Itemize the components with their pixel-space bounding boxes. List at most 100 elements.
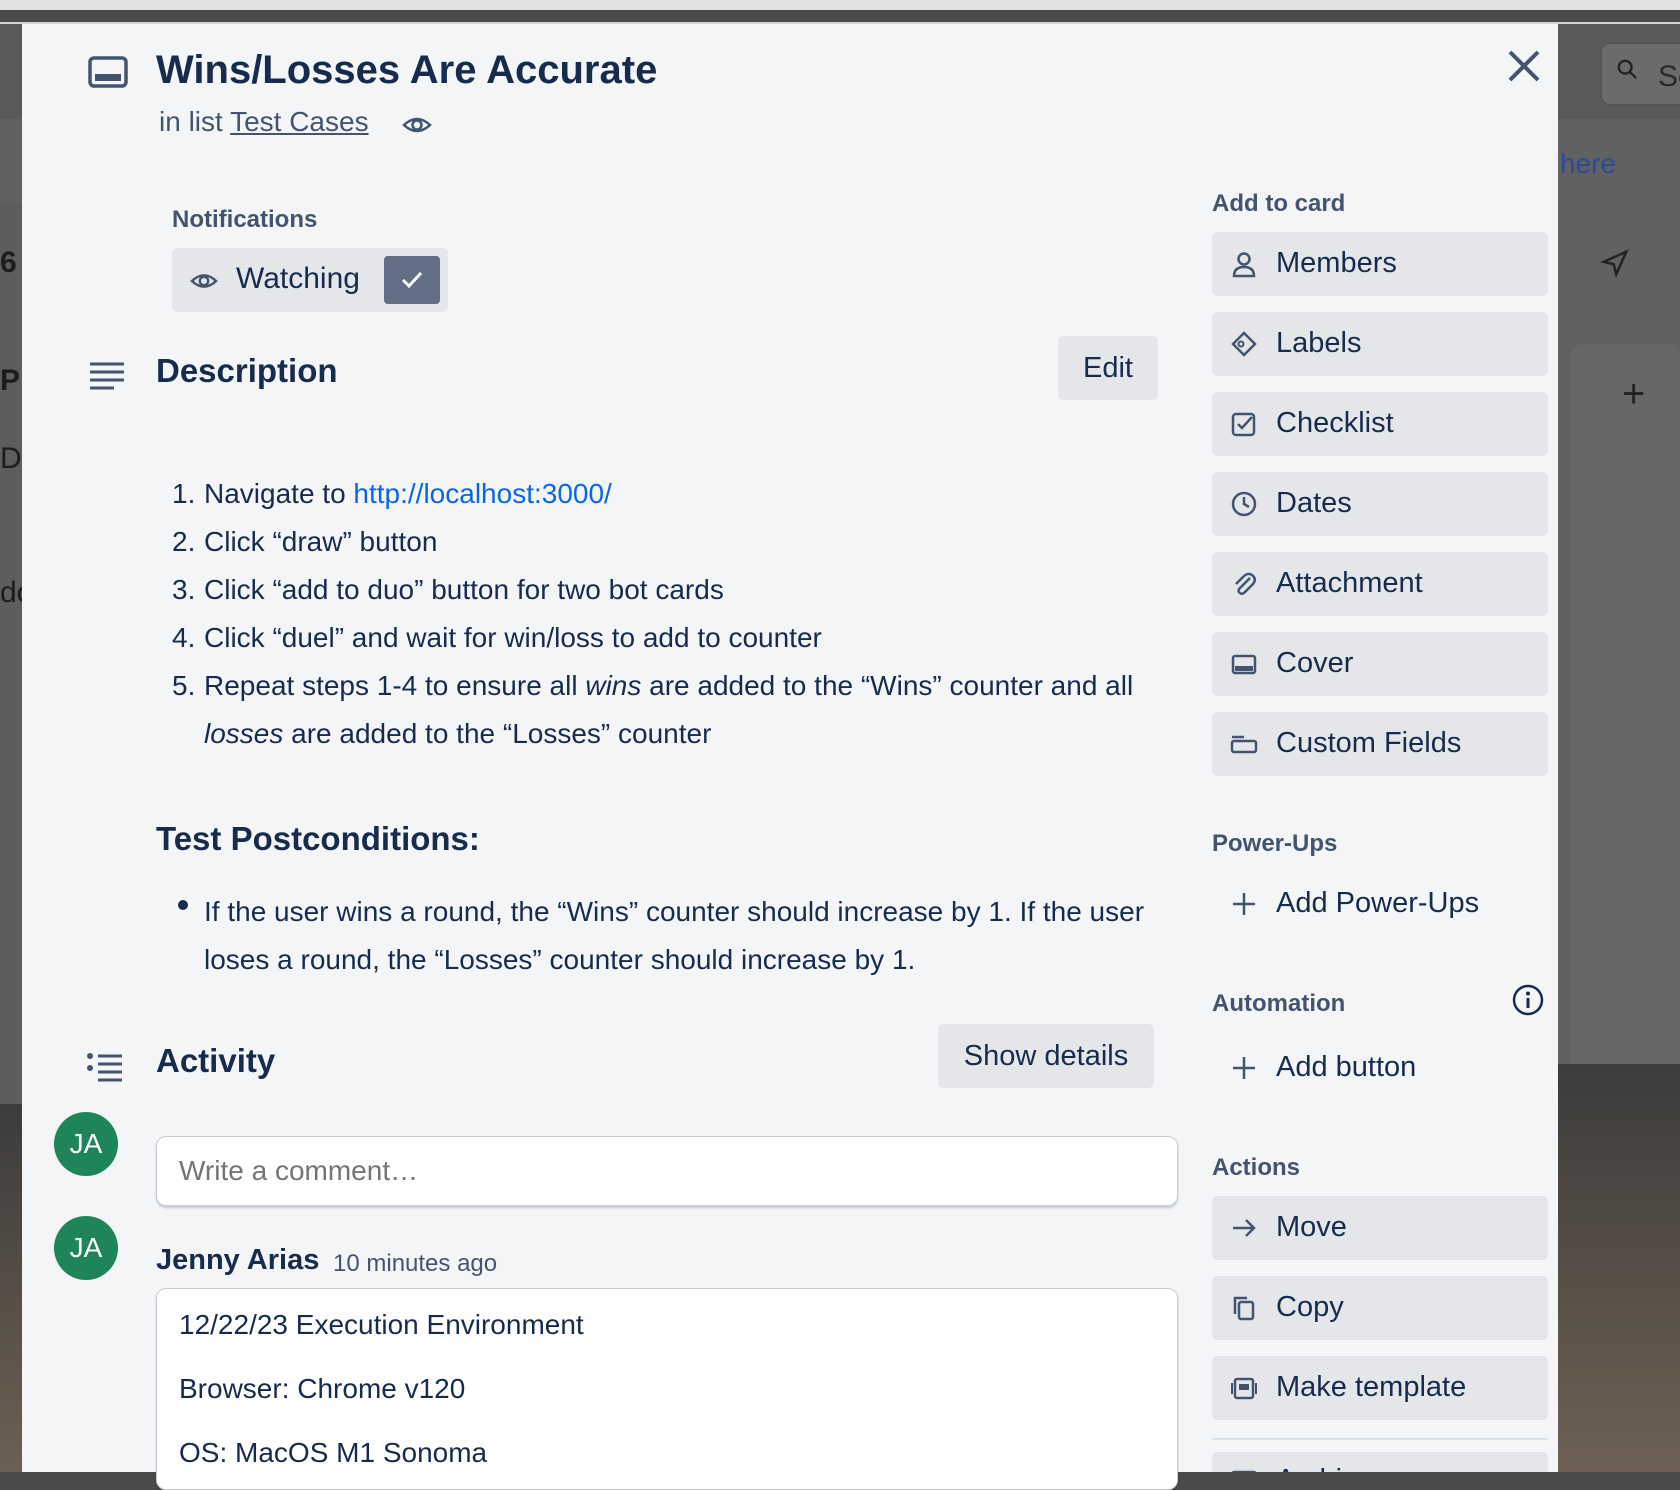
send-icon xyxy=(1600,249,1629,278)
automation-label: Automation xyxy=(1212,990,1346,1017)
plus-icon xyxy=(1233,893,1255,915)
dates-button[interactable]: Dates xyxy=(1212,472,1548,536)
person-icon xyxy=(1232,252,1256,278)
postcondition-item: If the user wins a round, the “Wins” cou… xyxy=(204,896,1145,975)
members-button[interactable]: Members xyxy=(1212,232,1548,296)
list-item: 2. Click “draw” button xyxy=(172,518,1182,566)
plus-icon xyxy=(1233,1057,1255,1079)
step-text: Click “add to duo” button for two bot ca… xyxy=(204,574,724,605)
move-button[interactable]: Move xyxy=(1212,1196,1548,1260)
template-icon xyxy=(1231,1377,1257,1400)
comment-line: Browser: Chrome v120 xyxy=(179,1373,466,1404)
card-title[interactable]: Wins/Losses Are Accurate xyxy=(156,48,657,93)
archive-label: Archive xyxy=(1276,1464,1373,1472)
list-item: 3. Click “add to duo” button for two bot … xyxy=(172,566,1182,614)
dates-label: Dates xyxy=(1276,487,1352,519)
step-text: are added to the “Wins” counter and all xyxy=(641,670,1134,701)
notifications-label: Notifications xyxy=(172,206,318,233)
custom-fields-button[interactable]: Custom Fields xyxy=(1212,712,1548,776)
comment-timestamp[interactable]: 10 minutes ago xyxy=(333,1250,497,1278)
step-text: Click “draw” button xyxy=(204,526,438,557)
paperclip-icon xyxy=(1235,572,1256,596)
emphasis-text: losses xyxy=(204,718,284,749)
comment-input[interactable] xyxy=(156,1136,1178,1206)
add-automation-button[interactable]: Add button xyxy=(1212,1038,1548,1098)
sidebar-divider xyxy=(1212,1438,1548,1440)
step-text: Click “duel” and wait for win/loss to ad… xyxy=(204,622,822,653)
list-link[interactable]: Test Cases xyxy=(230,106,369,137)
comment-line: 12/22/23 Execution Environment xyxy=(179,1309,584,1340)
copy-button[interactable]: Copy xyxy=(1212,1276,1548,1340)
actions-label: Actions xyxy=(1212,1154,1301,1181)
background-search-text: Se xyxy=(1658,60,1680,93)
labels-label: Labels xyxy=(1276,327,1362,359)
power-ups-label: Power-Ups xyxy=(1212,830,1338,857)
add-to-card-label: Add to card xyxy=(1212,190,1346,217)
activity-heading: Activity xyxy=(156,1042,276,1079)
labels-button[interactable]: Labels xyxy=(1212,312,1548,376)
custom-fields-label: Custom Fields xyxy=(1276,727,1462,759)
search-icon xyxy=(1617,59,1637,79)
list-item: 1. Navigate to http://localhost:3000/ xyxy=(172,470,1182,518)
checkbox-icon xyxy=(1231,412,1256,437)
comment-line: OS: MacOS M1 Sonoma xyxy=(179,1437,488,1468)
card-list-location: in list Test Cases xyxy=(159,106,369,138)
step-number: 1. xyxy=(172,478,196,509)
card-icon xyxy=(88,56,128,88)
check-icon xyxy=(401,271,423,289)
comment-body: 12/22/23 Execution Environment Browser: … xyxy=(156,1288,1178,1490)
add-power-ups-button[interactable]: Add Power-Ups xyxy=(1212,874,1548,934)
background-link: here xyxy=(1560,148,1617,179)
step-number: 3. xyxy=(172,574,196,605)
watch-label: Watching xyxy=(236,262,360,295)
add-power-ups-label: Add Power-Ups xyxy=(1276,887,1480,919)
watch-button[interactable]: Watching xyxy=(172,248,448,312)
activity-icon xyxy=(87,1053,122,1082)
watching-checkmark xyxy=(384,256,440,304)
emphasis-text: wins xyxy=(585,670,642,701)
move-label: Move xyxy=(1276,1211,1347,1243)
checklist-label: Checklist xyxy=(1276,407,1394,439)
archive-button[interactable]: Archive xyxy=(1212,1452,1548,1472)
custom-fields-icon xyxy=(1230,735,1258,754)
avatar[interactable]: JA xyxy=(54,1112,118,1176)
cover-button[interactable]: Cover xyxy=(1212,632,1548,696)
background-left-text: D xyxy=(0,442,22,475)
archive-icon xyxy=(1232,1470,1256,1472)
eye-icon xyxy=(190,274,218,288)
bullet-marker xyxy=(178,900,188,910)
list-item: 5. Repeat steps 1-4 to ensure all wins ar… xyxy=(172,662,1182,758)
copy-label: Copy xyxy=(1276,1291,1344,1323)
description-heading: Description xyxy=(156,352,338,389)
plus-icon: + xyxy=(1622,372,1646,416)
tag-icon xyxy=(1231,331,1257,357)
eye-icon xyxy=(402,117,432,133)
list-item: 4. Click “duel” and wait for win/loss to … xyxy=(172,614,1182,662)
make-template-button[interactable]: Make template xyxy=(1212,1356,1548,1420)
edit-description-button[interactable]: Edit xyxy=(1058,336,1158,400)
arrow-right-icon xyxy=(1233,1219,1256,1237)
in-list-prefix: in list xyxy=(159,106,223,137)
cover-icon xyxy=(1231,654,1257,675)
show-details-button[interactable]: Show details xyxy=(938,1024,1154,1088)
checklist-button[interactable]: Checklist xyxy=(1212,392,1548,456)
cover-label: Cover xyxy=(1276,647,1354,679)
members-label: Members xyxy=(1276,247,1397,279)
step-text: are added to the “Losses” counter xyxy=(283,718,712,749)
close-icon[interactable] xyxy=(1502,44,1546,88)
avatar[interactable]: JA xyxy=(54,1216,118,1280)
info-icon[interactable] xyxy=(1512,984,1544,1016)
localhost-link[interactable]: http://localhost:3000/ xyxy=(353,478,611,509)
attachment-button[interactable]: Attachment xyxy=(1212,552,1548,616)
make-template-label: Make template xyxy=(1276,1371,1467,1403)
attachment-label: Attachment xyxy=(1276,567,1423,599)
comment-author[interactable]: Jenny Arias xyxy=(156,1244,319,1277)
card-detail-modal: Wins/Losses Are Accurate in list Test Ca… xyxy=(22,24,1558,1490)
browser-top-bar xyxy=(0,0,1680,10)
description-steps: 1. Navigate to http://localhost:3000/ 2. C… xyxy=(172,470,1182,758)
step-number: 5. xyxy=(172,670,196,701)
step-number: 4. xyxy=(172,622,196,653)
description-icon xyxy=(90,362,124,390)
clock-icon xyxy=(1231,491,1257,517)
step-text: Navigate to xyxy=(204,478,354,509)
